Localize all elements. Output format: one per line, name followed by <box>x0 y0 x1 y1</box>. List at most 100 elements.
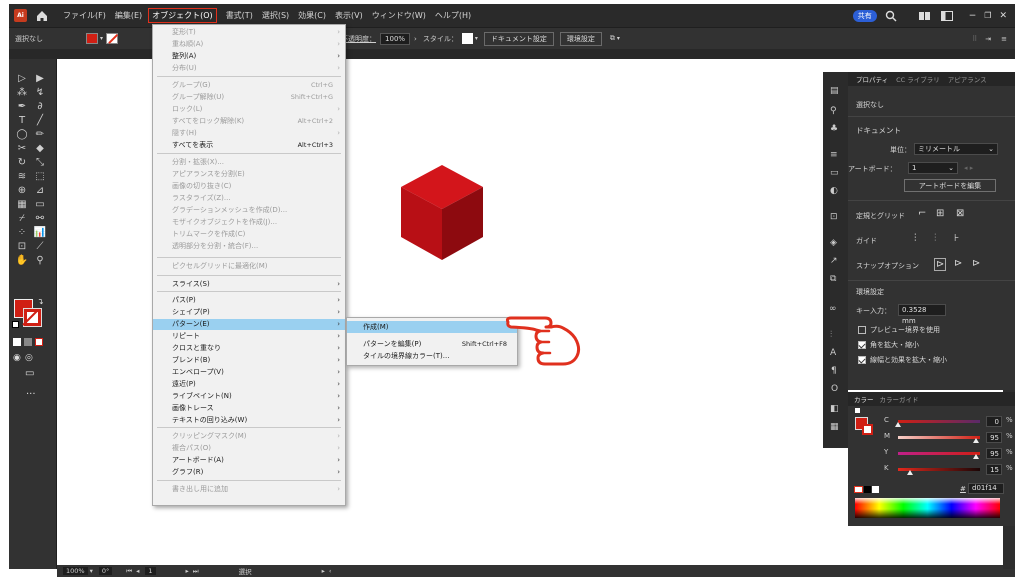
zoom-field[interactable]: 100% <box>63 567 88 575</box>
screen-mode-icon[interactable]: ▭ <box>25 368 34 379</box>
artboard-select[interactable]: 1 ⌄ <box>908 162 958 174</box>
tab-cc-libraries[interactable]: CC ライブラリ <box>896 74 940 84</box>
panel-menu-icon[interactable]: ≡ <box>1001 35 1007 43</box>
scale-strokes-checkbox[interactable] <box>858 356 866 364</box>
slice-tool-icon[interactable]: ⟋ <box>33 241 47 253</box>
align-icon[interactable]: ⇥ <box>985 35 991 43</box>
draw-behind-icon[interactable]: ◎ <box>25 353 33 363</box>
perspective-grid-tool-icon[interactable]: ⊿ <box>33 185 47 197</box>
keyboard-increment-field[interactable]: 0.3528 mm <box>898 304 946 325</box>
draw-mode-icon[interactable]: ◉ <box>13 353 21 363</box>
pattern-submenu-item[interactable]: 作成(M) <box>347 321 517 333</box>
menu-help[interactable]: ヘルプ(H) <box>435 10 471 21</box>
libraries-panel-icon[interactable]: ⚲ <box>830 106 837 116</box>
object-menu-item[interactable]: エンベロープ(V) › <box>153 367 345 378</box>
symbol-sprayer-tool-icon[interactable]: ⁘ <box>15 227 29 239</box>
menu-select[interactable]: 選択(S) <box>262 10 289 21</box>
color-panel-default-icon[interactable] <box>855 408 860 413</box>
chevron-down-icon[interactable]: ▾ <box>617 35 620 42</box>
color-mode-icon[interactable] <box>13 338 21 346</box>
status-scroll-left-icon[interactable]: ‹ <box>329 567 332 575</box>
style-swatch[interactable] <box>461 33 473 44</box>
stroke-swatch[interactable] <box>106 33 119 44</box>
menu-effect[interactable]: 効果(C) <box>298 10 326 21</box>
arrange-icon[interactable]: ⧉ <box>610 34 615 43</box>
channel-slider[interactable] <box>898 452 980 455</box>
grid-icon[interactable]: ⠿ <box>972 35 977 43</box>
links-panel-icon[interactable]: ⧉ <box>830 274 836 284</box>
pathfinder-panel-icon[interactable]: ∞ <box>829 304 837 314</box>
lock-guides-icon[interactable]: ⫶ <box>934 233 937 244</box>
arrange-documents-icon[interactable] <box>918 11 931 21</box>
chevron-down-icon[interactable]: ▾ <box>90 567 93 575</box>
opacity-label[interactable]: 不透明度： <box>341 34 376 44</box>
status-arrow-icon[interactable]: ▸ <box>322 567 325 575</box>
object-menu-item[interactable]: ブレンド(B) › <box>153 355 345 366</box>
scissors-tool-icon[interactable]: ✂ <box>15 143 29 155</box>
chevron-down-icon[interactable]: ▾ <box>100 35 103 42</box>
tab-appearance[interactable]: アピアランス <box>948 74 987 84</box>
object-menu-item[interactable]: ライブペイント(N) › <box>153 391 345 402</box>
channel-slider[interactable] <box>898 436 980 439</box>
fill-swatch[interactable] <box>86 33 98 44</box>
snap-to-pixel-icon[interactable]: ⊳ <box>972 258 980 269</box>
ruler-icon[interactable]: ⌐ <box>918 208 926 219</box>
tab-color-guide[interactable]: カラーガイド <box>880 394 919 404</box>
object-menu-item[interactable]: アートボード(A) › <box>153 455 345 466</box>
gradient-tool-icon[interactable]: ▭ <box>33 199 47 211</box>
pattern-submenu-item[interactable]: パターンを編集(P) Shift+Ctrl+F8 <box>347 338 517 350</box>
object-menu-item[interactable]: 画像トレース › <box>153 403 345 414</box>
last-artboard-icon[interactable]: ⏭ <box>193 567 199 576</box>
lasso-tool-icon[interactable]: ↯ <box>33 87 47 99</box>
menu-view[interactable]: 表示(V) <box>335 10 363 21</box>
object-menu-item[interactable]: シェイプ(P) › <box>153 307 345 318</box>
units-dropdown[interactable]: ミリメートル ⌄ <box>914 143 998 155</box>
hand-tool-icon[interactable]: ✋ <box>15 255 29 267</box>
none-color-icon[interactable] <box>854 486 863 493</box>
search-icon[interactable] <box>885 10 897 22</box>
none-mode-icon[interactable] <box>35 338 43 346</box>
workspace-icon[interactable] <box>940 10 953 21</box>
stroke-panel-icon[interactable]: ≡ <box>830 150 838 160</box>
layers-panel-icon[interactable]: ◈ <box>830 238 837 248</box>
pencil-tool-icon[interactable]: ✏ <box>33 129 47 141</box>
minimize-icon[interactable]: − <box>969 11 977 21</box>
magic-wand-tool-icon[interactable]: ⁂ <box>15 87 29 99</box>
swap-fill-stroke-icon[interactable]: ↴ <box>37 297 44 306</box>
blend-tool-icon[interactable]: ⚯ <box>33 213 47 225</box>
white-color-icon[interactable] <box>872 486 879 493</box>
object-menu-item[interactable]: グラフ(R) › <box>153 467 345 478</box>
menu-window[interactable]: ウィンドウ(W) <box>372 10 426 21</box>
channel-slider-thumb[interactable] <box>972 438 979 443</box>
width-tool-icon[interactable]: ≋ <box>15 171 29 183</box>
align-panel-icon[interactable]: ⫶ <box>830 330 832 340</box>
gradient-panel-icon[interactable]: ▭ <box>830 168 839 178</box>
snap-to-grid-icon[interactable]: ⊳ <box>954 258 962 269</box>
symbols-panel-icon[interactable]: ♣ <box>830 124 838 134</box>
hex-field[interactable]: d01f14 <box>968 483 1004 494</box>
snap-to-point-icon[interactable]: ⊳ <box>934 258 947 271</box>
channel-slider-thumb[interactable] <box>972 454 979 459</box>
color-panel-icon[interactable]: ◧ <box>830 404 839 414</box>
paragraph-panel-icon[interactable]: ¶ <box>831 366 837 376</box>
object-menu-item[interactable]: 整列(A) › <box>153 51 345 62</box>
menu-file[interactable]: ファイル(F) <box>63 10 106 21</box>
channel-slider-thumb[interactable] <box>907 470 914 475</box>
mesh-tool-icon[interactable]: ▦ <box>15 199 29 211</box>
opacity-field[interactable]: 100% <box>380 32 411 45</box>
properties-panel-icon[interactable]: ▤ <box>830 86 839 96</box>
channel-slider[interactable] <box>898 420 980 423</box>
pattern-submenu-item[interactable]: タイルの境界線カラー(T)... <box>347 350 517 362</box>
pen-tool-icon[interactable]: ✒ <box>15 101 29 113</box>
channel-value-field[interactable]: 95 <box>986 432 1002 443</box>
prev-artboard-icon[interactable]: ◂ <box>136 567 139 575</box>
character-panel-icon[interactable]: A <box>830 348 836 358</box>
rotate-tool-icon[interactable]: ↻ <box>15 157 29 169</box>
zoom-tool-icon[interactable]: ⚲ <box>33 255 47 267</box>
artboard-nav-arrows[interactable]: ◂ ▸ <box>964 164 973 172</box>
swatches-panel-icon[interactable]: ▦ <box>830 422 839 432</box>
close-icon[interactable]: ✕ <box>999 11 1007 21</box>
object-menu-item[interactable]: パス(P) › <box>153 295 345 306</box>
edit-toolbar-icon[interactable]: ··· <box>26 389 36 400</box>
tab-color[interactable]: カラー <box>854 394 874 404</box>
